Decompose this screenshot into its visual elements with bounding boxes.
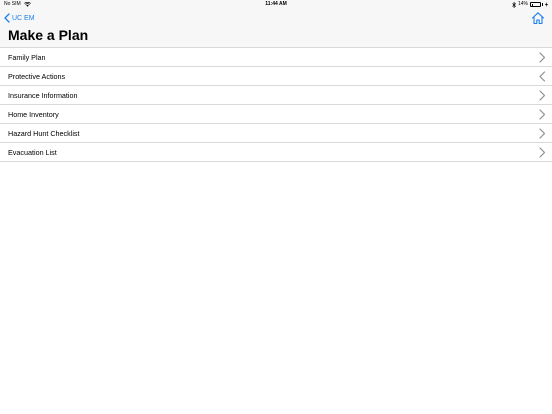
list-item-hazard-hunt-checklist[interactable]: Hazard Hunt Checklist bbox=[0, 124, 552, 143]
chevron-left-icon bbox=[4, 13, 10, 23]
status-time: 11:44 AM bbox=[265, 1, 287, 7]
list-item-label: Family Plan bbox=[8, 52, 46, 62]
battery-icon bbox=[530, 2, 541, 7]
screen: No SIM 11:44 AM 14% UC EM Make a Plan Fa… bbox=[0, 0, 552, 414]
back-button[interactable]: UC EM bbox=[4, 11, 35, 25]
home-icon bbox=[531, 12, 545, 25]
status-right: 14% bbox=[512, 0, 548, 9]
list-item-home-inventory[interactable]: Home Inventory bbox=[0, 105, 552, 124]
chevron-right-icon bbox=[539, 128, 546, 139]
list-item-label: Hazard Hunt Checklist bbox=[8, 128, 80, 138]
navigation-header: No SIM 11:44 AM 14% UC EM Make a Plan bbox=[0, 0, 552, 47]
battery-cap bbox=[542, 3, 543, 6]
status-bar: No SIM 11:44 AM 14% bbox=[0, 0, 552, 9]
list-item-insurance-information[interactable]: Insurance Information bbox=[0, 86, 552, 105]
list-item-evacuation-list[interactable]: Evacuation List bbox=[0, 143, 552, 162]
list-item-label: Home Inventory bbox=[8, 109, 59, 119]
chevron-right-icon bbox=[539, 90, 546, 101]
chevron-left-icon bbox=[539, 71, 546, 82]
list-item-label: Evacuation List bbox=[8, 147, 57, 157]
chevron-right-icon bbox=[539, 147, 546, 158]
home-button[interactable] bbox=[531, 11, 545, 25]
page-title: Make a Plan bbox=[8, 27, 89, 43]
chevron-right-icon bbox=[539, 52, 546, 63]
list-item-label: Protective Actions bbox=[8, 71, 66, 81]
battery-percent: 14% bbox=[517, 1, 528, 7]
back-button-label: UC EM bbox=[12, 14, 35, 22]
list-item-protective-actions[interactable]: Protective Actions bbox=[0, 67, 552, 86]
list-item-family-plan[interactable]: Family Plan bbox=[0, 48, 552, 67]
bluetooth-icon bbox=[512, 1, 516, 8]
list-item-label: Insurance Information bbox=[8, 90, 78, 100]
battery-fill bbox=[531, 3, 533, 6]
chevron-right-icon bbox=[539, 109, 546, 120]
charging-icon bbox=[545, 2, 548, 7]
plan-list: Family Plan Protective Actions Insurance… bbox=[0, 47, 552, 162]
